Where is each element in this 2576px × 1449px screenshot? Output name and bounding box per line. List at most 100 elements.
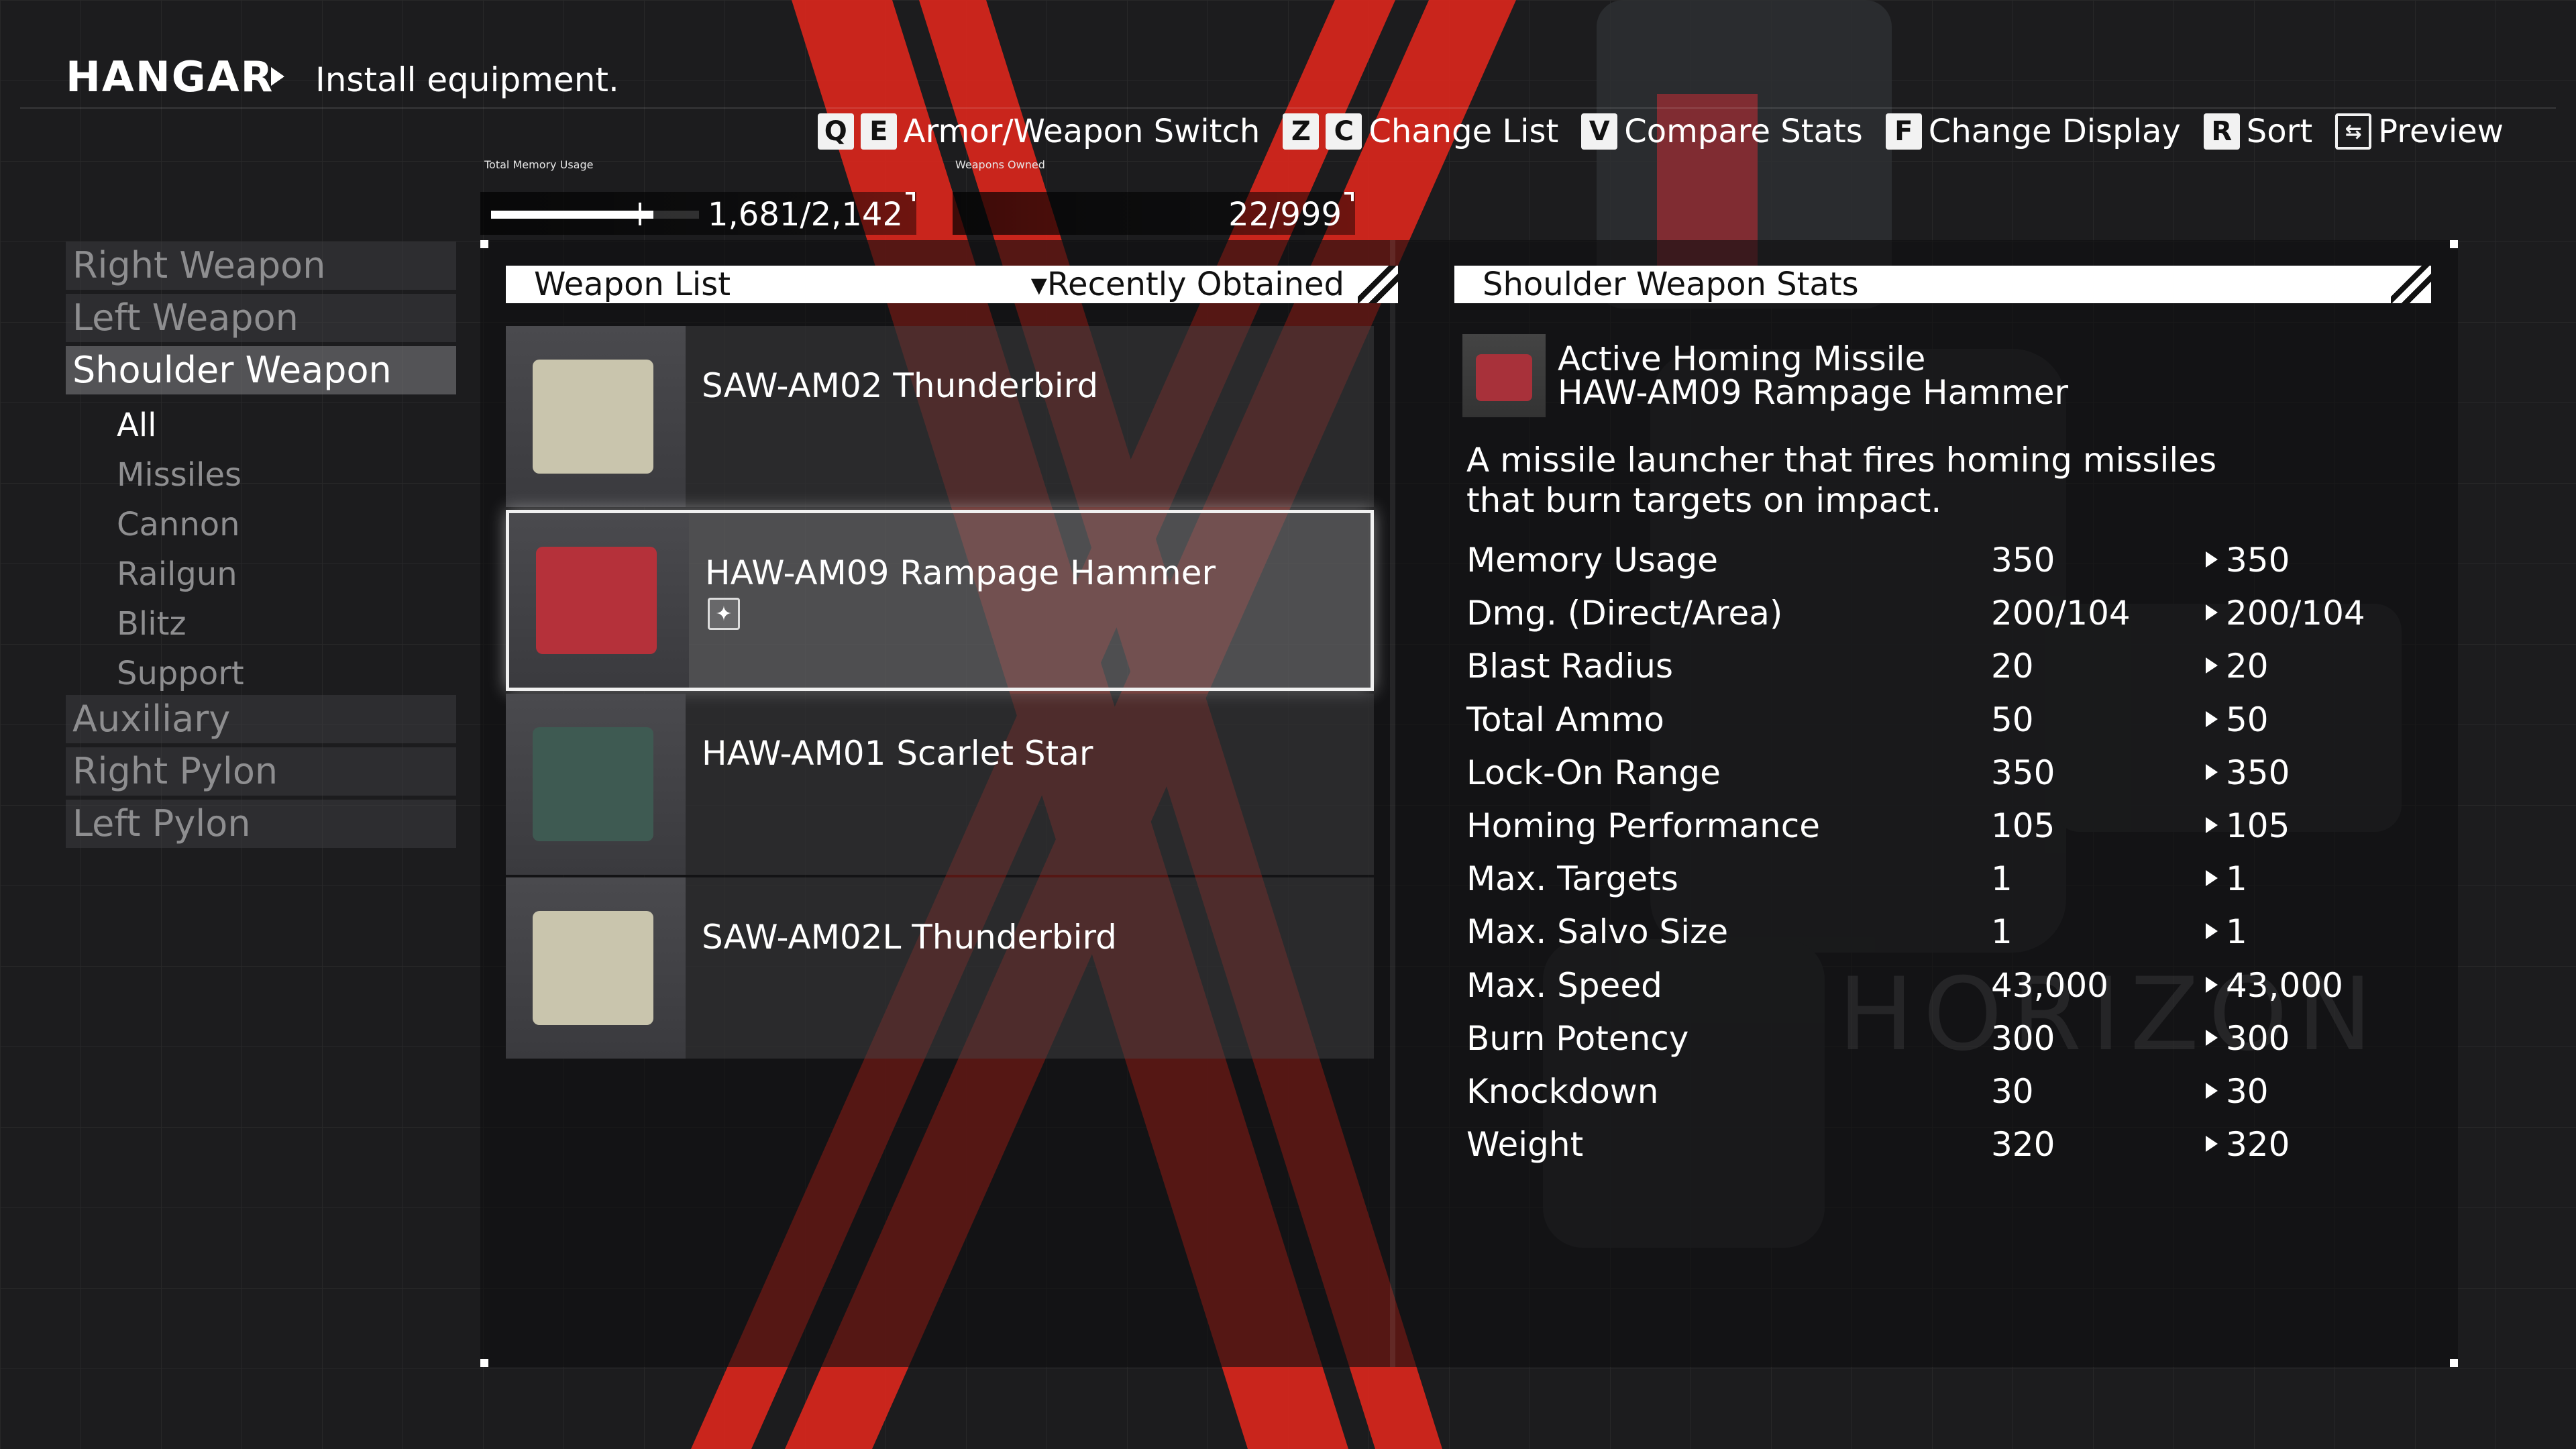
stat-new-value: 105 — [2226, 806, 2290, 845]
stat-arrow-icon — [2206, 870, 2218, 887]
new-badge-icon: ✦ — [708, 598, 740, 630]
weapon-thumbnail — [506, 877, 686, 1059]
memory-bar-fill — [491, 211, 653, 219]
control-sort[interactable]: R Sort — [2203, 113, 2312, 150]
stat-label: Memory Usage — [1466, 541, 1719, 580]
stat-label: Max. Targets — [1466, 859, 1678, 899]
weapon-list-item[interactable]: SAW-AM02L Thunderbird — [506, 877, 1374, 1059]
panel-divider — [1390, 240, 1395, 1367]
stat-label: Burn Potency — [1466, 1018, 1689, 1058]
weapon-list-item-selected[interactable]: HAW-AM09 Rampage Hammer ✦ — [506, 510, 1374, 691]
stats-panel-title: Shoulder Weapon Stats — [1483, 266, 1859, 303]
sidebar-subitem-blitz[interactable]: Blitz — [117, 604, 186, 644]
stat-arrow-icon — [2206, 1083, 2218, 1099]
control-change-list[interactable]: Z C Change List — [1283, 113, 1558, 150]
stat-arrow-icon — [2206, 976, 2218, 993]
weapon-list-title: Weapon List — [534, 266, 731, 303]
stat-new-value: 300 — [2226, 1018, 2290, 1058]
sidebar-item-right-weapon[interactable]: Right Weapon — [66, 241, 456, 290]
missile-pod-icon — [533, 727, 653, 841]
stat-arrow-icon — [2206, 657, 2218, 674]
stat-new-value: 20 — [2226, 647, 2269, 686]
frame-corner — [2450, 1359, 2458, 1367]
sidebar-subitem-all[interactable]: All — [117, 405, 157, 445]
stat-current-value: 30 — [1991, 1072, 2034, 1111]
controls-bar: Q E Armor/Weapon Switch Z C Change List … — [817, 110, 2504, 153]
weapon-list-item[interactable]: SAW-AM02 Thunderbird — [506, 326, 1374, 507]
stat-row: Blast Radius 20 20 — [1466, 643, 2446, 691]
stat-arrow-icon — [2206, 551, 2218, 568]
stat-current-value: 320 — [1991, 1125, 2055, 1165]
stat-label: Lock-On Range — [1466, 753, 1721, 792]
stat-new-value: 43,000 — [2226, 965, 2343, 1005]
frame-corner — [480, 1359, 488, 1367]
stat-row: Max. Speed 43,000 43,000 — [1466, 962, 2446, 1010]
weapon-thumbnail — [506, 326, 686, 507]
weapons-owned-label: Weapons Owned — [955, 158, 1045, 171]
stat-new-value: 350 — [2226, 541, 2290, 580]
preview-icon: ⇆ — [2335, 113, 2372, 150]
stat-label: Knockdown — [1466, 1072, 1659, 1111]
sidebar-subitem-missiles[interactable]: Missiles — [117, 455, 241, 495]
stat-current-value: 1 — [1991, 912, 2012, 952]
stats-panel-header: Shoulder Weapon Stats — [1454, 266, 2431, 303]
sidebar-item-shoulder-weapon[interactable]: Shoulder Weapon — [66, 346, 456, 394]
control-armor-weapon-switch[interactable]: Q E Armor/Weapon Switch — [817, 113, 1260, 150]
stat-current-value: 200/104 — [1991, 594, 2131, 633]
weapon-list-header: Weapon List ▾Recently Obtained — [506, 266, 1398, 303]
shoulder-weapon-icon — [533, 360, 653, 474]
stat-label: Dmg. (Direct/Area) — [1466, 594, 1783, 633]
stat-new-value: 1 — [2226, 859, 2247, 899]
weapons-owned-value: 22/999 — [1228, 196, 1342, 233]
stat-row: Dmg. (Direct/Area) 200/104 200/104 — [1466, 590, 2446, 638]
stat-label: Max. Speed — [1466, 965, 1662, 1005]
stat-label: Weight — [1466, 1125, 1584, 1165]
missile-launcher-icon — [536, 547, 657, 654]
key-c-icon: C — [1326, 113, 1362, 150]
frame-corner — [2450, 240, 2458, 248]
sidebar-item-left-pylon[interactable]: Left Pylon — [66, 800, 456, 848]
memory-usage-label: Total Memory Usage — [484, 158, 594, 171]
weapon-name: SAW-AM02L Thunderbird — [702, 918, 1117, 957]
stat-label: Homing Performance — [1466, 806, 1820, 845]
stat-current-value: 20 — [1991, 647, 2034, 686]
corner-mark-icon — [1344, 192, 1354, 201]
weapon-name: HAW-AM01 Scarlet Star — [702, 734, 1093, 773]
stat-arrow-icon — [2206, 1029, 2218, 1046]
memory-usage-value: 1,681/2,142 — [708, 196, 903, 233]
control-change-display[interactable]: F Change Display — [1885, 113, 2181, 150]
stat-row: Knockdown 30 30 — [1466, 1068, 2446, 1116]
stat-row: Homing Performance 105 105 — [1466, 802, 2446, 851]
sidebar-subitem-cannon[interactable]: Cannon — [117, 504, 240, 545]
control-compare-stats[interactable]: V Compare Stats — [1581, 113, 1863, 150]
sidebar-subitem-railgun[interactable]: Railgun — [117, 554, 237, 594]
stat-current-value: 300 — [1991, 1018, 2055, 1058]
sidebar-item-left-weapon[interactable]: Left Weapon — [66, 294, 456, 342]
sidebar-item-right-pylon[interactable]: Right Pylon — [66, 747, 456, 796]
weapon-list-item[interactable]: HAW-AM01 Scarlet Star — [506, 694, 1374, 875]
key-f-icon: F — [1885, 113, 1922, 150]
header-slash-icon — [2391, 266, 2431, 303]
weapon-name: HAW-AM09 Rampage Hammer — [705, 553, 1216, 592]
sidebar-subitem-support[interactable]: Support — [117, 653, 244, 694]
memory-usage-meter: 1,681/2,142 — [480, 192, 916, 235]
stat-new-value: 320 — [2226, 1125, 2290, 1165]
stat-row: Weight 320 320 — [1466, 1121, 2446, 1169]
weapon-thumbnail — [506, 694, 686, 875]
stat-arrow-icon — [2206, 710, 2218, 727]
sidebar-item-auxiliary[interactable]: Auxiliary — [66, 695, 456, 743]
key-z-icon: Z — [1283, 113, 1320, 150]
weapon-description: A missile launcher that fires homing mis… — [1466, 441, 2217, 520]
stat-current-value: 350 — [1991, 753, 2055, 792]
stat-current-value: 1 — [1991, 859, 2012, 899]
control-label: Compare Stats — [1624, 113, 1863, 150]
stat-row: Total Ammo 50 50 — [1466, 696, 2446, 745]
weapon-name: SAW-AM02 Thunderbird — [702, 366, 1099, 405]
sort-label: Recently Obtained — [1046, 266, 1344, 303]
sort-dropdown[interactable]: ▾Recently Obtained — [1031, 266, 1344, 303]
stat-arrow-icon — [2206, 604, 2218, 621]
memory-marker-icon — [639, 203, 641, 225]
stat-arrow-icon — [2206, 817, 2218, 833]
sort-chevron-icon: ▾ — [1030, 266, 1047, 303]
control-preview[interactable]: ⇆ Preview — [2335, 113, 2504, 150]
